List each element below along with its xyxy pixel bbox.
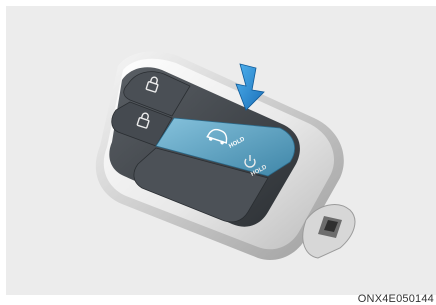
smart-key-illustration: HOLD HOLD bbox=[95, 51, 356, 260]
figure-code: ONX4E050144 bbox=[357, 293, 434, 305]
